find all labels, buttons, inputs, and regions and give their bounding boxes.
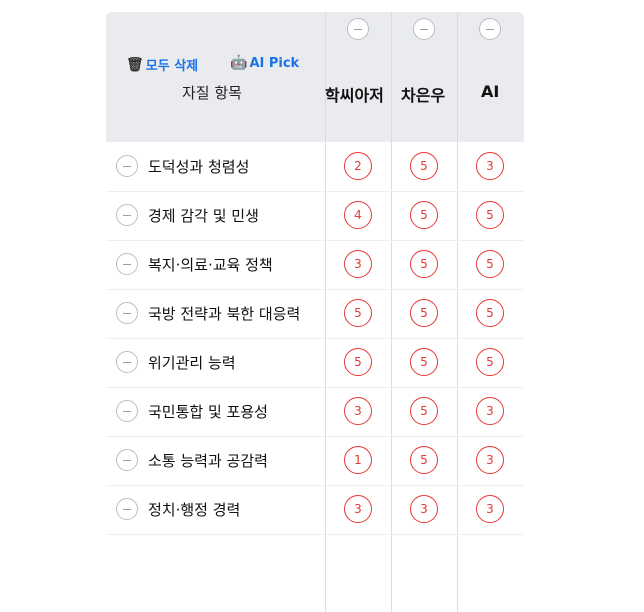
ai-pick-button[interactable]: 🤖 AI Pick [230,55,299,71]
score-badge[interactable]: 3 [476,397,504,425]
ai-pick-label: AI Pick [249,55,300,71]
column-header-2: 차은우 [401,86,446,105]
row-label: 복지·의료·교육 정책 [148,256,273,274]
table-row: 국민통합 및 포용성 3 5 3 [106,387,524,437]
score-badge[interactable]: 5 [476,299,504,327]
robot-icon: 🤖 [230,55,248,71]
table-row: 정치·행정 경력 3 3 3 [106,485,524,535]
column-header-1: 학씨아저 [325,86,384,105]
score-badge[interactable]: 5 [410,299,438,327]
score-badge[interactable]: 5 [410,397,438,425]
remove-row-button[interactable] [116,449,138,471]
remove-row-button[interactable] [116,351,138,373]
score-badge[interactable]: 2 [344,152,372,180]
table-row: 국방 전략과 북한 대응력 5 5 5 [106,289,524,339]
score-badge[interactable]: 3 [344,495,372,523]
row-label: 국민통합 및 포용성 [148,403,268,421]
remove-column-2-button[interactable] [413,18,435,40]
remove-column-3-button[interactable] [479,18,501,40]
score-badge[interactable]: 5 [410,250,438,278]
item-column-header: 자질 항목 [182,84,242,102]
table-row: 경제 감각 및 민생 4 5 5 [106,191,524,241]
trash-icon: 🗑 [126,56,144,73]
table-row: 소통 능력과 공감력 1 5 3 [106,436,524,486]
score-badge[interactable]: 5 [476,201,504,229]
score-badge[interactable]: 3 [344,397,372,425]
remove-row-button[interactable] [116,302,138,324]
score-badge[interactable]: 3 [410,495,438,523]
score-badge[interactable]: 5 [476,348,504,376]
score-badge[interactable]: 3 [476,446,504,474]
comparison-table: 🗑 모두 삭제 🤖 AI Pick 자질 항목 학씨아저 차은우 AI 도덕성과… [106,12,524,612]
row-label: 경제 감각 및 민생 [148,207,259,225]
score-badge[interactable]: 5 [410,348,438,376]
table-header [106,12,524,142]
delete-all-button[interactable]: 🗑 모두 삭제 [126,55,199,75]
row-label: 위기관리 능력 [148,354,236,372]
table-row: 복지·의료·교육 정책 3 5 5 [106,240,524,290]
score-badge[interactable]: 5 [410,152,438,180]
row-label: 국방 전략과 북한 대응력 [148,305,301,323]
score-badge[interactable]: 1 [344,446,372,474]
table-row: 도덕성과 청렴성 2 5 3 [106,142,524,192]
remove-column-1-button[interactable] [347,18,369,40]
delete-all-label: 모두 삭제 [145,59,199,74]
score-badge[interactable]: 4 [344,201,372,229]
score-badge[interactable]: 5 [476,250,504,278]
score-badge[interactable]: 5 [410,446,438,474]
row-label: 도덕성과 청렴성 [148,158,250,176]
remove-row-button[interactable] [116,253,138,275]
remove-row-button[interactable] [116,400,138,422]
table-row: 위기관리 능력 5 5 5 [106,338,524,388]
score-badge[interactable]: 3 [476,495,504,523]
score-badge[interactable]: 5 [344,299,372,327]
column-header-3: AI [481,82,500,101]
row-label: 소통 능력과 공감력 [148,452,268,470]
remove-row-button[interactable] [116,155,138,177]
remove-row-button[interactable] [116,204,138,226]
score-badge[interactable]: 3 [344,250,372,278]
score-badge[interactable]: 5 [344,348,372,376]
score-badge[interactable]: 5 [410,201,438,229]
score-badge[interactable]: 3 [476,152,504,180]
